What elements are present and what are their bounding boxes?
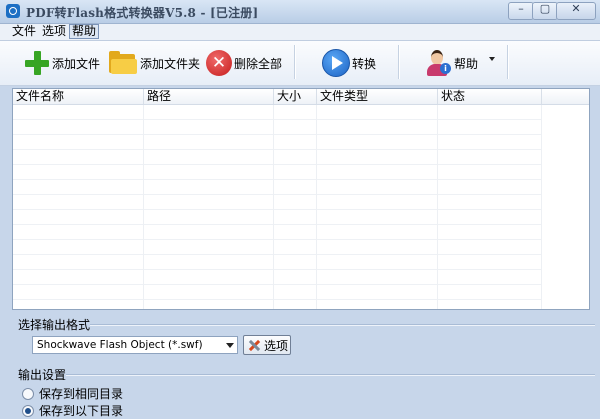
menu-file[interactable]: 文件 bbox=[10, 24, 38, 39]
toolbar-separator bbox=[294, 45, 296, 79]
table-header: 文件名称 路径 大小 文件类型 状态 bbox=[13, 89, 589, 105]
delete-x-icon: ✕ bbox=[206, 50, 232, 76]
toolbar-separator bbox=[507, 45, 509, 79]
add-folder-button[interactable]: 添加文件夹 bbox=[108, 45, 200, 81]
convert-label: 转换 bbox=[352, 56, 377, 71]
menu-bar: 文件 选项 帮助 bbox=[0, 24, 600, 41]
output-format-label: 选择输出格式 bbox=[18, 318, 91, 332]
group-divider bbox=[90, 324, 595, 326]
app-icon bbox=[6, 4, 20, 18]
plus-icon bbox=[24, 50, 50, 76]
help-button[interactable]: i 帮助 bbox=[424, 45, 478, 81]
column-header-filetype[interactable]: 文件类型 bbox=[317, 89, 438, 104]
delete-all-button[interactable]: ✕ 删除全部 bbox=[206, 45, 282, 81]
output-settings-label: 输出设置 bbox=[18, 368, 67, 382]
help-dropdown-icon[interactable] bbox=[489, 57, 495, 61]
column-header-filename[interactable]: 文件名称 bbox=[13, 89, 144, 104]
add-file-button[interactable]: 添加文件 bbox=[24, 45, 100, 81]
toolbar-separator bbox=[398, 45, 400, 79]
menu-options[interactable]: 选项 bbox=[40, 24, 68, 39]
maximize-button[interactable]: ▢ bbox=[532, 2, 558, 20]
tools-icon bbox=[248, 339, 262, 352]
maximize-icon: ▢ bbox=[539, 2, 551, 15]
format-options-button[interactable]: 选项 bbox=[243, 335, 291, 355]
delete-all-label: 删除全部 bbox=[234, 56, 283, 71]
folder-icon bbox=[108, 51, 138, 75]
play-icon bbox=[322, 49, 350, 77]
radio-label: 保存到相同目录 bbox=[39, 387, 124, 401]
radio-button[interactable] bbox=[22, 387, 34, 400]
close-button[interactable]: ✕ bbox=[556, 2, 596, 20]
column-header-size[interactable]: 大小 bbox=[274, 89, 317, 104]
convert-button[interactable]: 转换 bbox=[322, 45, 376, 81]
table-body bbox=[13, 105, 589, 309]
radio-same-directory[interactable]: 保存到相同目录 bbox=[22, 385, 123, 402]
column-header-path[interactable]: 路径 bbox=[144, 89, 274, 104]
file-list-table[interactable]: 文件名称 路径 大小 文件类型 状态 bbox=[12, 88, 590, 310]
group-divider bbox=[66, 374, 595, 376]
help-label: 帮助 bbox=[454, 56, 479, 71]
user-help-icon: i bbox=[424, 49, 452, 77]
output-format-select[interactable]: Shockwave Flash Object (*.swf) bbox=[32, 336, 238, 354]
window-title: PDF转Flash格式转换器V5.8 - [已注册] bbox=[26, 6, 259, 20]
column-header-status[interactable]: 状态 bbox=[438, 89, 542, 104]
toolbar: 添加文件 添加文件夹 ✕ 删除全部 转换 i 帮助 bbox=[0, 41, 600, 86]
add-file-label: 添加文件 bbox=[52, 56, 101, 71]
output-format-value: Shockwave Flash Object (*.swf) bbox=[37, 339, 203, 351]
menu-help[interactable]: 帮助 bbox=[69, 24, 100, 39]
minimize-icon: – bbox=[518, 2, 524, 15]
minimize-button[interactable]: – bbox=[508, 2, 534, 20]
chevron-down-icon bbox=[226, 343, 234, 348]
add-folder-label: 添加文件夹 bbox=[140, 56, 201, 71]
close-icon: ✕ bbox=[571, 2, 581, 15]
title-bar: PDF转Flash格式转换器V5.8 - [已注册] – ▢ ✕ bbox=[0, 0, 600, 24]
format-options-label: 选项 bbox=[264, 338, 289, 353]
